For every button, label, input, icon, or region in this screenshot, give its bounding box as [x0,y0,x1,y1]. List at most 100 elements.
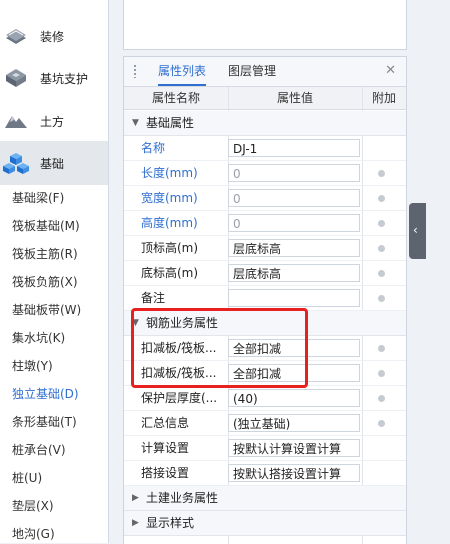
component-sidebar: 装修 基坑支护 土方 基础 基础梁(F) 筏板基础(M) 筏板主筋(R) 筏板负… [0,0,109,543]
property-name: 搭接设置 [141,466,190,480]
decoration-icon [2,22,30,50]
group-title: 显示样式 [146,516,195,530]
property-name: 长度(mm) [141,166,198,180]
property-name: 名称 [141,141,166,155]
sub-item-foundation-beam[interactable]: 基础梁(F) [12,186,64,210]
group-basic-properties[interactable]: ▼ 基础属性 [124,111,406,136]
expand-down-icon[interactable]: ▼ [132,311,139,335]
expand-right-icon[interactable]: ▶ [132,486,139,510]
pit-support-icon [2,64,30,92]
property-name: 扣减板/筏板... [141,341,217,355]
property-name: 高度(mm) [141,216,198,230]
sub-item-raft-negative-rebar[interactable]: 筏板负筋(X) [12,270,78,294]
attach-checkbox[interactable] [378,295,385,302]
property-row-remark[interactable]: 备注 [124,286,406,311]
attach-checkbox[interactable] [378,195,385,202]
sub-item-column-pier[interactable]: 柱墩(Y) [12,354,53,378]
panel-collapse-handle[interactable]: ‹ [409,203,426,259]
earthwork-icon [2,107,30,135]
sub-item-pile-cap[interactable]: 桩承台(V) [12,438,66,462]
group-rebar-properties[interactable]: ▼ 钢筋业务属性 [124,311,406,336]
sub-item-trench[interactable]: 地沟(G) [12,522,55,543]
attach-checkbox[interactable] [378,370,385,377]
property-value-input[interactable]: 0 [228,189,360,207]
top-panel [123,0,407,50]
tab-layer-management[interactable]: 图层管理 [228,57,276,86]
category-label: 装修 [40,29,65,44]
sub-item-isolated-foundation[interactable]: 独立基础(D) [12,382,79,406]
group-civil-properties[interactable]: ▶ 土建业务属性 [124,486,406,511]
property-name: 保护层厚度(... [141,391,218,405]
property-name: 底标高(m) [141,266,199,280]
group-display-style[interactable]: ▶ 显示样式 [124,511,406,536]
category-decoration[interactable]: 装修 [0,14,108,58]
property-row-cover-thickness[interactable]: 保护层厚度(... (40) [124,386,406,411]
drag-grip-icon[interactable] [133,64,137,78]
attach-checkbox[interactable] [378,420,385,427]
property-row-width[interactable]: 宽度(mm) 0 [124,186,406,211]
property-row-deduct-slab-2[interactable]: 扣减板/筏板... 全部扣减 [124,361,406,386]
property-name: 汇总信息 [141,416,190,430]
property-name: 宽度(mm) [141,191,198,205]
group-title: 基础属性 [146,116,195,130]
property-name: 备注 [141,291,166,305]
tab-property-list[interactable]: 属性列表 [158,57,207,86]
attach-checkbox[interactable] [378,245,385,252]
panel-tab-bar: 属性列表 图层管理 ✕ [124,57,406,87]
expand-down-icon[interactable]: ▼ [132,111,139,135]
property-name: 计算设置 [141,441,190,455]
close-icon[interactable]: ✕ [385,63,396,78]
property-table-header: 属性名称 属性值 附加 [124,87,406,110]
sub-item-raft-main-rebar[interactable]: 筏板主筋(R) [12,242,78,266]
property-value-input[interactable]: 全部扣减 [228,364,360,382]
property-value-input[interactable]: 层底标高 [228,239,360,257]
property-row-calc-settings[interactable]: 计算设置 按默认计算设置计算 [124,436,406,461]
collapse-chevron-left-icon: ‹ [413,223,418,237]
property-row-lap-settings[interactable]: 搭接设置 按默认搭接设置计算 [124,461,406,486]
attach-checkbox[interactable] [378,170,385,177]
property-row-summary-info[interactable]: 汇总信息 (独立基础) [124,411,406,436]
property-value-input[interactable] [228,289,360,307]
category-foundation[interactable]: 基础 [0,141,108,185]
sub-item-foundation-strip[interactable]: 基础板带(W) [12,298,81,322]
property-value-input[interactable]: (40) [228,389,360,407]
property-name: 扣减板/筏板... [141,366,217,380]
category-label: 土方 [40,114,65,129]
group-title: 土建业务属性 [146,491,219,505]
property-value-input[interactable]: 全部扣减 [228,339,360,357]
property-value-input[interactable]: 0 [228,164,360,182]
property-name: 顶标高(m) [141,241,199,255]
group-title: 钢筋业务属性 [146,316,219,330]
category-pit-support[interactable]: 基坑支护 [0,56,108,100]
column-header-name: 属性名称 [151,91,200,105]
property-row-bottom-elevation[interactable]: 底标高(m) 层底标高 [124,261,406,286]
property-row-height[interactable]: 高度(mm) 0 [124,211,406,236]
foundation-icon [2,149,30,177]
sub-item-raft-foundation[interactable]: 筏板基础(M) [12,214,80,238]
column-header-value: 属性值 [276,91,313,105]
sub-item-sump-pit[interactable]: 集水坑(K) [12,326,65,350]
expand-right-icon[interactable]: ▶ [132,511,139,535]
attach-checkbox[interactable] [378,395,385,402]
property-value-input[interactable]: 按默认计算设置计算 [228,439,360,457]
property-row-length[interactable]: 长度(mm) 0 [124,161,406,186]
property-value-input[interactable]: 层底标高 [228,264,360,282]
property-value-input[interactable]: 0 [228,214,360,232]
property-value-input[interactable]: (独立基础) [228,414,360,432]
attach-checkbox[interactable] [378,270,385,277]
property-row-top-elevation[interactable]: 顶标高(m) 层底标高 [124,236,406,261]
property-value-input[interactable]: DJ-1 [228,139,360,157]
property-row-name[interactable]: 名称 DJ-1 [124,136,406,161]
column-header-extra: 附加 [371,91,396,105]
category-label: 基坑支护 [40,71,89,86]
sub-item-pile[interactable]: 桩(U) [12,466,42,490]
attach-checkbox[interactable] [378,220,385,227]
attach-checkbox[interactable] [378,345,385,352]
property-row-deduct-slab-1[interactable]: 扣减板/筏板... 全部扣减 [124,336,406,361]
category-earthwork[interactable]: 土方 [0,99,108,143]
sub-item-cushion[interactable]: 垫层(X) [12,494,54,518]
property-value-input[interactable]: 按默认搭接设置计算 [228,464,360,482]
property-panel: 属性列表 图层管理 ✕ 属性名称 属性值 附加 ▼ 基础属性 名称 DJ-1 长… [123,56,407,544]
sub-item-strip-foundation[interactable]: 条形基础(T) [12,410,77,434]
category-label: 基础 [40,156,65,171]
